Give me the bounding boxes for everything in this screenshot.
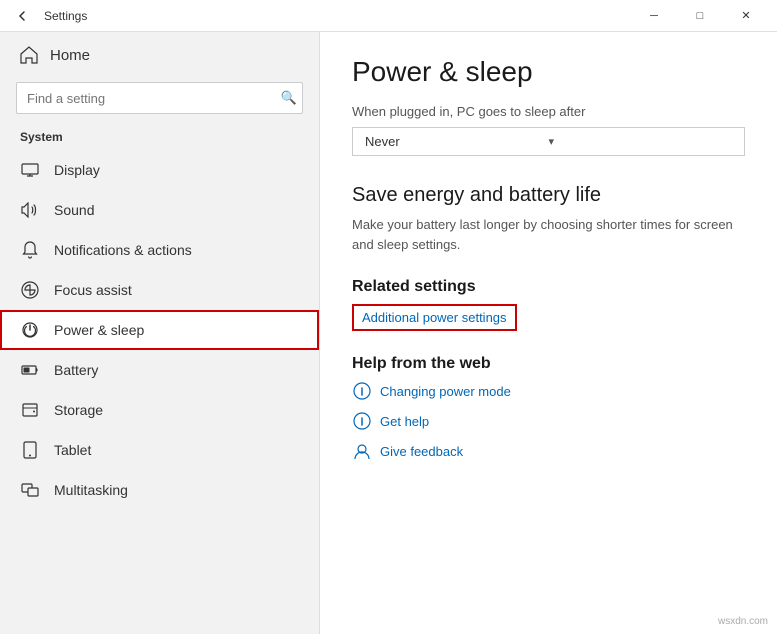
- sidebar-item-notifications[interactable]: Notifications & actions: [0, 230, 319, 270]
- sleep-dropdown[interactable]: Never ▾: [352, 127, 745, 156]
- sidebar-item-label-sound: Sound: [54, 202, 94, 218]
- notifications-icon: [20, 240, 40, 260]
- sidebar-item-label-tablet: Tablet: [54, 442, 91, 458]
- changing-power-mode-link[interactable]: Changing power mode: [352, 381, 745, 401]
- sound-icon: [20, 200, 40, 220]
- focus-icon: [20, 280, 40, 300]
- sidebar-item-label-notifications: Notifications & actions: [54, 242, 192, 258]
- titlebar-title: Settings: [36, 9, 631, 23]
- search-icon[interactable]: 🔍: [281, 90, 297, 106]
- titlebar: Settings ─ □ ✕: [0, 0, 777, 32]
- content-area: Power & sleep When plugged in, PC goes t…: [320, 32, 777, 634]
- sidebar-item-battery[interactable]: Battery: [0, 350, 319, 390]
- sidebar-item-power[interactable]: Power & sleep: [0, 310, 319, 350]
- sidebar-item-label-focus: Focus assist: [54, 282, 132, 298]
- plug-label: When plugged in, PC goes to sleep after: [352, 104, 745, 119]
- sidebar-item-storage[interactable]: Storage: [0, 390, 319, 430]
- sidebar-item-label-multitasking: Multitasking: [54, 482, 128, 498]
- sidebar-item-label-display: Display: [54, 162, 100, 178]
- power-icon: [20, 320, 40, 340]
- sidebar-home-label: Home: [50, 47, 90, 64]
- tablet-icon: [20, 440, 40, 460]
- additional-power-settings-link[interactable]: Additional power settings: [352, 304, 517, 331]
- sidebar-item-label-power: Power & sleep: [54, 322, 144, 338]
- give-feedback-icon: [352, 441, 372, 461]
- storage-icon: [20, 400, 40, 420]
- sidebar-item-sound[interactable]: Sound: [0, 190, 319, 230]
- sidebar-item-multitasking[interactable]: Multitasking: [0, 470, 319, 510]
- sidebar-item-tablet[interactable]: Tablet: [0, 430, 319, 470]
- sidebar-item-label-storage: Storage: [54, 402, 103, 418]
- related-settings-heading: Related settings: [352, 278, 745, 296]
- dropdown-value: Never: [365, 134, 549, 149]
- get-help-label: Get help: [380, 414, 429, 429]
- battery-icon: [20, 360, 40, 380]
- back-button[interactable]: [8, 2, 36, 30]
- main-layout: Home 🔍 System Display: [0, 32, 777, 634]
- sidebar-item-display[interactable]: Display: [0, 150, 319, 190]
- multitasking-icon: [20, 480, 40, 500]
- chevron-down-icon: ▾: [549, 135, 733, 148]
- energy-text: Make your battery last longer by choosin…: [352, 215, 745, 254]
- changing-power-mode-icon: [352, 381, 372, 401]
- give-feedback-link[interactable]: Give feedback: [352, 441, 745, 461]
- get-help-link[interactable]: Get help: [352, 411, 745, 431]
- sidebar-item-label-battery: Battery: [54, 362, 98, 378]
- maximize-button[interactable]: □: [677, 0, 723, 32]
- display-icon: [20, 160, 40, 180]
- sidebar-home[interactable]: Home: [0, 32, 319, 78]
- watermark: wsxdn.com: [715, 615, 771, 628]
- search-input[interactable]: [16, 82, 303, 114]
- sidebar-search[interactable]: 🔍: [16, 82, 303, 114]
- get-help-icon: [352, 411, 372, 431]
- energy-heading: Save energy and battery life: [352, 184, 745, 207]
- close-button[interactable]: ✕: [723, 0, 769, 32]
- give-feedback-label: Give feedback: [380, 444, 463, 459]
- changing-power-mode-label: Changing power mode: [380, 384, 511, 399]
- sidebar-section-label: System: [0, 122, 319, 150]
- home-icon: [20, 46, 38, 64]
- sidebar: Home 🔍 System Display: [0, 32, 320, 634]
- page-title: Power & sleep: [352, 56, 745, 88]
- minimize-button[interactable]: ─: [631, 0, 677, 32]
- window-controls: ─ □ ✕: [631, 0, 769, 32]
- sidebar-item-focus[interactable]: Focus assist: [0, 270, 319, 310]
- help-heading: Help from the web: [352, 355, 745, 373]
